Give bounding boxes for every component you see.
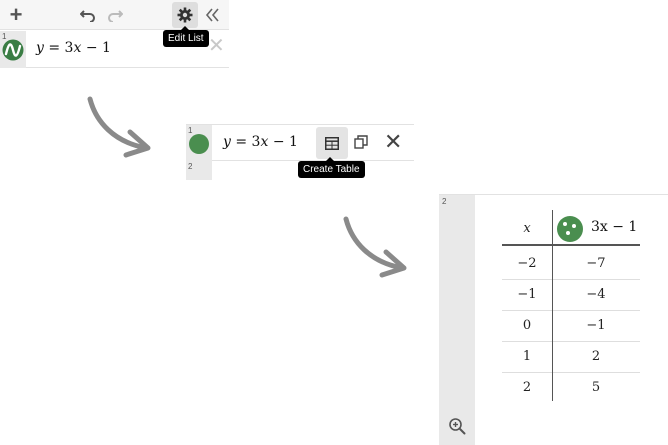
- row-number: 2: [188, 162, 193, 171]
- undo-icon[interactable]: [80, 7, 96, 23]
- table-header-row: x 3x − 1: [502, 210, 640, 246]
- edit-list-tooltip: Edit List: [163, 26, 209, 47]
- table-icon: [325, 136, 339, 150]
- create-table-button[interactable]: [316, 127, 348, 159]
- table-header-y[interactable]: 3x − 1: [552, 210, 640, 246]
- table-header-x[interactable]: x: [502, 210, 552, 246]
- table-cell-y: −4: [586, 287, 606, 302]
- table-row: 12: [502, 341, 640, 372]
- table-cell-y: 5: [591, 380, 601, 395]
- row-number: 2: [442, 197, 447, 206]
- table-row: −2 −7: [502, 248, 640, 279]
- table-cell-x[interactable]: 0: [502, 310, 552, 341]
- curved-arrow-icon: [87, 96, 151, 158]
- table-cell-x[interactable]: 2: [502, 372, 552, 403]
- zoom-fit-icon[interactable]: [448, 417, 466, 435]
- curved-arrow-icon: [343, 216, 407, 278]
- expression-row[interactable]: 1 y = 3x − 1 ✕: [186, 124, 414, 161]
- row-gutter: 1: [0, 31, 26, 68]
- table-panel: 2 x 3x − 1 −2 −7 −1 −4 0 −1 1 2 2 5: [439, 194, 668, 445]
- table-cell-y: −1: [586, 318, 606, 333]
- row-gutter: 1: [186, 125, 212, 161]
- plus-icon[interactable]: +: [6, 4, 26, 26]
- table-row: 0 −1: [502, 310, 640, 341]
- toolbar: +: [0, 0, 229, 30]
- gear-icon[interactable]: [172, 2, 198, 28]
- row-number: 1: [188, 126, 193, 135]
- column-divider: [552, 210, 553, 401]
- create-table-tooltip: Create Table: [298, 157, 365, 178]
- desmos-logo-icon: [2, 39, 24, 61]
- table-cell-x[interactable]: −1: [502, 279, 552, 310]
- redo-icon[interactable]: [107, 7, 123, 23]
- expression-text[interactable]: y = 3x − 1: [223, 134, 298, 150]
- table-row: 25: [502, 372, 640, 403]
- row-gutter: 2: [439, 195, 475, 445]
- duplicate-icon[interactable]: [354, 135, 370, 151]
- expression-text[interactable]: y = 3x − 1: [36, 40, 111, 56]
- table-cell-y: −7: [586, 256, 606, 271]
- table-cell-x[interactable]: −2: [502, 248, 552, 279]
- table-row: −1 −4: [502, 279, 640, 310]
- delete-expression-icon[interactable]: ✕: [384, 131, 402, 153]
- row-gutter: 2: [186, 161, 212, 180]
- delete-expression-icon[interactable]: ✕: [208, 36, 225, 56]
- series-style-icon[interactable]: [557, 216, 583, 242]
- table-cell-y: 2: [591, 349, 601, 364]
- series-color-icon[interactable]: [189, 134, 209, 154]
- double-chevron-left-icon[interactable]: [202, 5, 222, 25]
- table-cell-x[interactable]: 1: [502, 341, 552, 372]
- table-header-y-label: 3x − 1: [591, 219, 638, 235]
